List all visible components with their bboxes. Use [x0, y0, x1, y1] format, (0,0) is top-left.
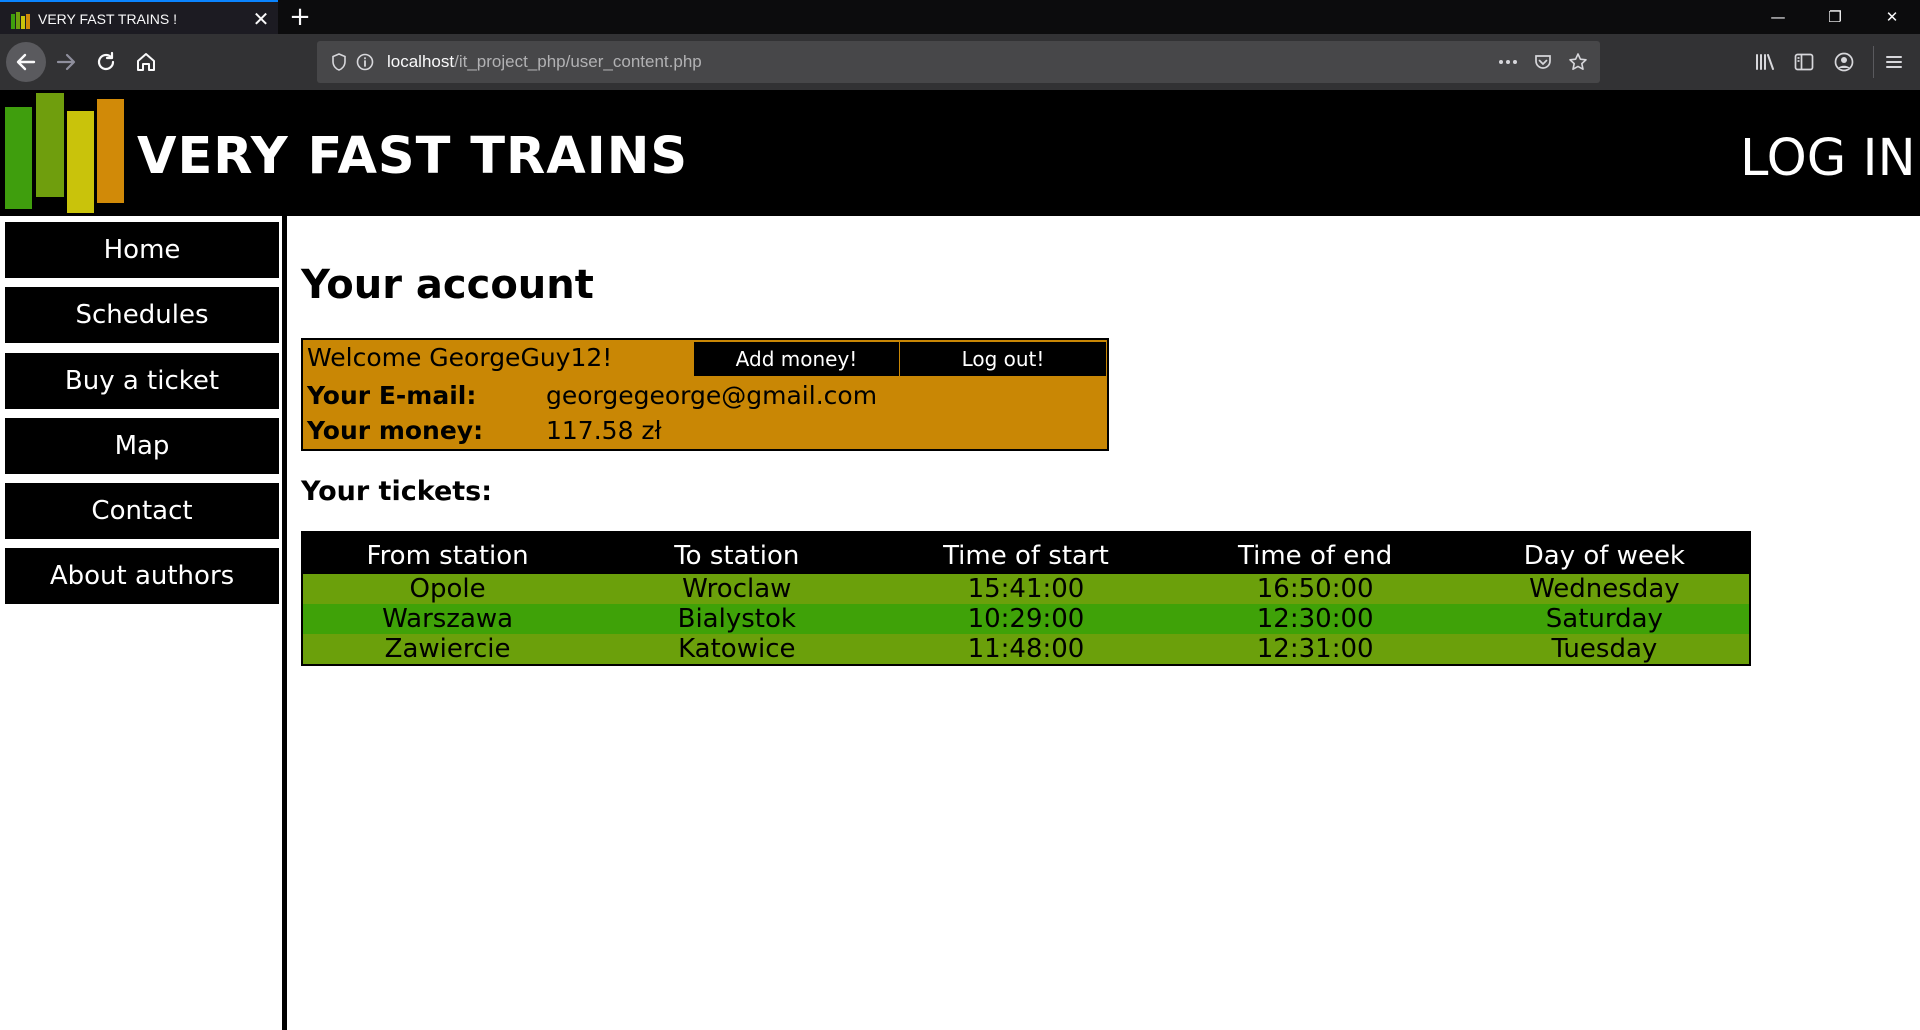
account-icon[interactable]	[1831, 49, 1857, 75]
table-header-row: From station To station Time of start Ti…	[303, 533, 1749, 574]
column-header: Time of end	[1170, 533, 1460, 574]
browser-tabstrip: VERY FAST TRAINS ! ✕ + — ❐ ✕	[0, 0, 1920, 34]
url-text[interactable]: localhost/it_project_php/user_content.ph…	[387, 52, 702, 72]
money-label: Your money:	[307, 416, 484, 445]
logo-bar-3	[67, 111, 94, 213]
email-value: georgegeorge@gmail.com	[546, 381, 878, 410]
pocket-icon[interactable]	[1533, 52, 1553, 72]
table-cell: Opole	[303, 574, 593, 604]
back-button[interactable]	[6, 42, 46, 82]
sidebar-item-contact[interactable]: Contact	[5, 483, 279, 539]
tab-title: VERY FAST TRAINS !	[38, 11, 178, 27]
table-cell: 15:41:00	[881, 574, 1171, 604]
forward-button[interactable]	[52, 48, 80, 76]
page-title: Your account	[301, 262, 594, 308]
table-cell: Zawiercie	[303, 634, 593, 664]
close-window-button[interactable]: ✕	[1872, 7, 1912, 27]
sidebar-item-about-authors[interactable]: About authors	[5, 548, 279, 604]
tab-close-icon[interactable]: ✕	[250, 8, 272, 30]
bookmark-star-icon[interactable]	[1568, 52, 1588, 72]
table-row: Opole Wroclaw 15:41:00 16:50:00 Wednesda…	[303, 574, 1749, 604]
table-cell: 16:50:00	[1170, 574, 1460, 604]
column-header: Day of week	[1459, 533, 1749, 574]
logo-bar-2	[36, 93, 64, 197]
url-path: /it_project_php/user_content.php	[454, 52, 702, 71]
column-header: To station	[592, 533, 882, 574]
sidebar-item-schedules[interactable]: Schedules	[5, 287, 279, 343]
table-cell: 10:29:00	[881, 604, 1171, 634]
arrow-right-icon	[56, 53, 76, 71]
table-cell: Bialystok	[592, 604, 882, 634]
tickets-heading: Your tickets:	[301, 476, 493, 507]
reload-button[interactable]	[92, 48, 120, 76]
sidebar-item-home[interactable]: Home	[5, 222, 279, 278]
home-icon	[137, 53, 155, 71]
address-bar[interactable]: localhost/it_project_php/user_content.ph…	[317, 41, 1600, 83]
tickets-table: From station To station Time of start Ti…	[301, 531, 1751, 666]
table-cell: Katowice	[592, 634, 882, 664]
account-panel: Welcome GeorgeGuy12! Add money! Log out!…	[301, 338, 1109, 451]
column-header: From station	[303, 533, 593, 574]
shield-icon[interactable]	[329, 52, 349, 72]
login-link[interactable]: LOG IN	[1740, 129, 1916, 188]
arrow-left-icon	[16, 53, 36, 71]
column-header: Time of start	[881, 533, 1171, 574]
sidebar-nav: Home Schedules Buy a ticket Map Contact …	[0, 216, 287, 1030]
table-cell: 12:30:00	[1170, 604, 1460, 634]
table-row: Warszawa Bialystok 10:29:00 12:30:00 Sat…	[303, 604, 1749, 634]
home-button[interactable]	[132, 48, 160, 76]
table-cell: Wednesday	[1459, 574, 1749, 604]
info-icon[interactable]	[355, 52, 375, 72]
table-cell: 11:48:00	[881, 634, 1171, 664]
add-money-button[interactable]: Add money!	[694, 342, 899, 376]
logo-bar-4	[97, 99, 124, 203]
email-label: Your E-mail:	[307, 381, 477, 410]
minimize-button[interactable]: —	[1758, 7, 1798, 27]
site-favicon-icon	[11, 12, 31, 29]
welcome-text: Welcome GeorgeGuy12!	[307, 343, 613, 372]
money-value: 117.58 zł	[546, 416, 662, 445]
table-cell: Warszawa	[303, 604, 593, 634]
new-tab-button[interactable]: +	[287, 4, 313, 31]
table-cell: 12:31:00	[1170, 634, 1460, 664]
table-row: Zawiercie Katowice 11:48:00 12:31:00 Tue…	[303, 634, 1749, 664]
toolbar-separator	[1873, 46, 1874, 78]
page-actions-icon[interactable]	[1498, 52, 1518, 72]
restore-button[interactable]: ❐	[1815, 7, 1855, 27]
url-host: localhost	[387, 52, 455, 71]
sidebar-item-buy-ticket[interactable]: Buy a ticket	[5, 353, 279, 409]
sidebar-item-map[interactable]: Map	[5, 418, 279, 474]
logout-button[interactable]: Log out!	[900, 342, 1106, 376]
table-cell: Saturday	[1459, 604, 1749, 634]
site-title: VERY FAST TRAINS	[137, 127, 689, 186]
logo-bar-1	[5, 107, 32, 209]
library-icon[interactable]	[1752, 49, 1778, 75]
browser-navbar: localhost/it_project_php/user_content.ph…	[0, 34, 1920, 90]
browser-tab[interactable]: VERY FAST TRAINS ! ✕	[0, 0, 278, 34]
site-header: VERY FAST TRAINS LOG IN	[0, 90, 1920, 216]
reload-icon	[97, 51, 115, 71]
menu-icon[interactable]	[1881, 49, 1907, 75]
sidebar-toggle-icon[interactable]	[1791, 49, 1817, 75]
table-cell: Wroclaw	[592, 574, 882, 604]
table-cell: Tuesday	[1459, 634, 1749, 664]
